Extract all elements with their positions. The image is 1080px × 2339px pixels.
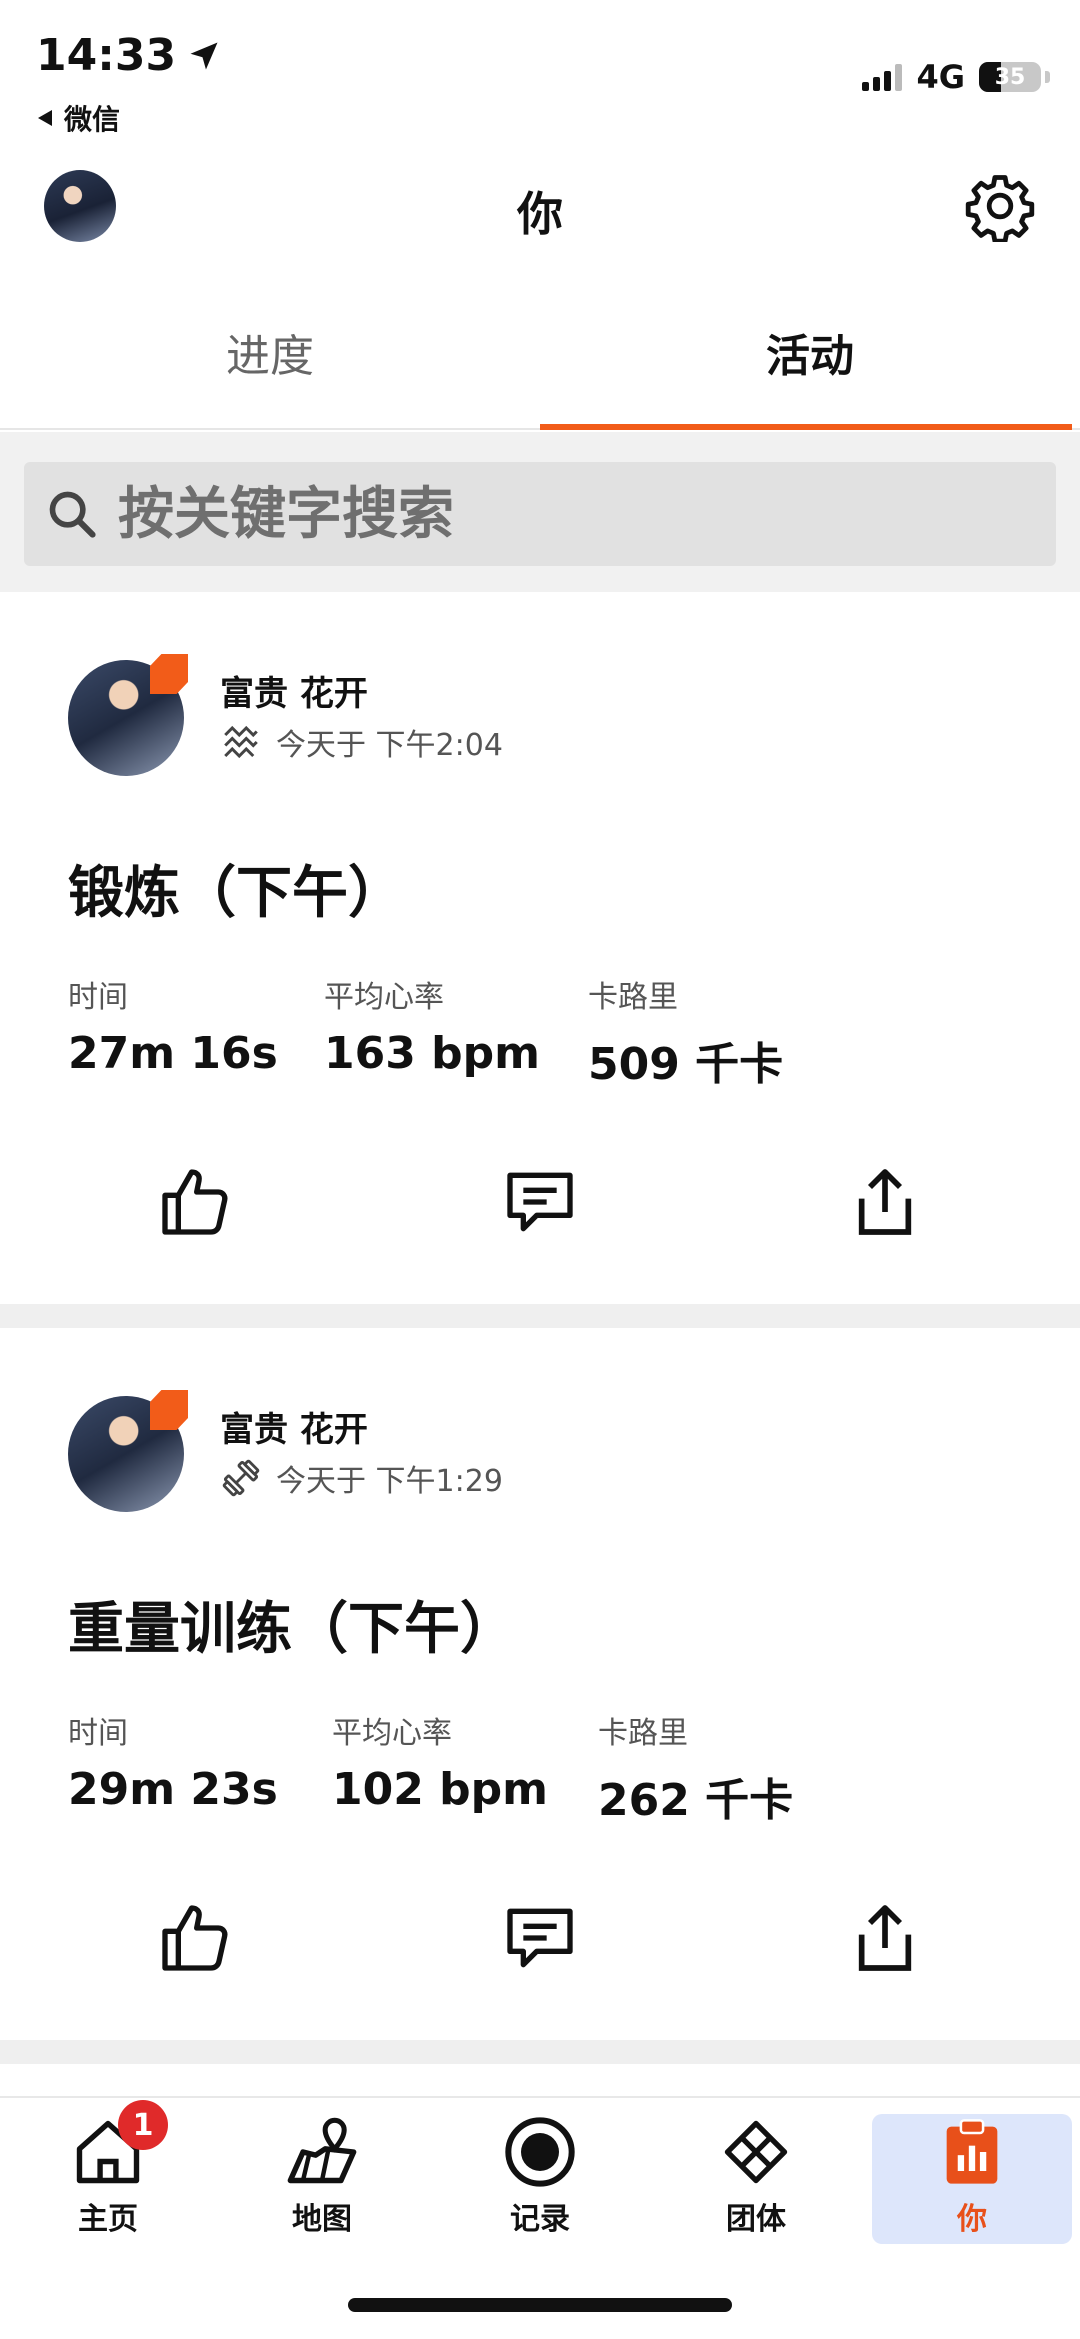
workout-icon <box>224 725 258 759</box>
stat-calories: 卡路里 509 千卡 <box>588 972 783 1092</box>
nav-label: 你 <box>957 2202 987 2237</box>
card-divider <box>0 2040 1080 2064</box>
page-title: 你 <box>517 187 563 241</box>
kudos-thumbs-up-icon[interactable] <box>155 1898 235 1978</box>
activity-stats: 时间 29m 23s 平均心率 102 bpm 卡路里 262 千卡 <box>68 1708 793 1828</box>
notification-badge: 1 <box>118 2100 168 2150</box>
stat-label: 时间 <box>68 980 128 1015</box>
subscriber-badge <box>150 654 188 694</box>
share-icon[interactable] <box>845 1898 925 1978</box>
athlete-avatar[interactable] <box>68 1390 188 1512</box>
search-box[interactable] <box>24 462 1056 566</box>
tab-progress[interactable]: 进度 <box>0 290 540 428</box>
stat-value: 29m 23s <box>68 1764 278 1815</box>
search-input[interactable] <box>118 481 1018 547</box>
you-icon <box>934 2114 1010 2190</box>
network-type: 4G <box>916 58 965 96</box>
stat-time: 时间 29m 23s <box>68 1708 332 1828</box>
back-to-app-link[interactable]: 微信 <box>36 98 120 138</box>
nav-label: 主页 <box>78 2202 138 2237</box>
status-time: 14:33 <box>36 30 222 81</box>
stat-avg-heart-rate: 平均心率 163 bpm <box>324 972 588 1092</box>
activity-meta: 今天于 下午1:29 <box>220 1456 503 1500</box>
clock: 14:33 <box>36 30 177 81</box>
comment-icon[interactable] <box>500 1898 580 1978</box>
stat-label: 卡路里 <box>588 980 678 1015</box>
activity-time: 今天于 下午2:04 <box>276 728 503 763</box>
cellular-signal-icon <box>862 63 903 91</box>
comment-icon[interactable] <box>500 1162 580 1242</box>
athlete-avatar[interactable] <box>68 654 188 776</box>
location-arrow-icon <box>190 42 218 69</box>
nav-groups[interactable]: 团体 <box>656 2114 856 2244</box>
stat-value: 163 bpm <box>324 1028 541 1079</box>
battery-tip <box>1045 71 1050 83</box>
nav-record[interactable]: 记录 <box>440 2114 640 2244</box>
activity-time: 今天于 下午1:29 <box>276 1464 503 1499</box>
tab-bar: 进度 活动 <box>0 290 1080 430</box>
nav-label: 地图 <box>292 2202 352 2237</box>
activity-stats: 时间 27m 16s 平均心率 163 bpm 卡路里 509 千卡 <box>68 972 783 1092</box>
back-triangle-icon <box>38 110 52 126</box>
stat-time: 时间 27m 16s <box>68 972 324 1092</box>
activity-actions <box>0 1162 1080 1262</box>
nav-label: 记录 <box>510 2202 570 2237</box>
gear-icon[interactable] <box>964 170 1036 242</box>
nav-you[interactable]: 你 <box>872 2114 1072 2244</box>
map-icon <box>284 2114 360 2190</box>
nav-home[interactable]: 1 主页 <box>8 2100 208 2244</box>
search-section <box>0 432 1080 592</box>
athlete-name[interactable]: 富贵 花开 <box>220 666 368 715</box>
battery-icon: 35 <box>979 62 1041 92</box>
activity-meta: 今天于 下午2:04 <box>220 720 503 764</box>
stat-label: 时间 <box>68 1716 128 1751</box>
home-indicator[interactable] <box>348 2298 732 2312</box>
groups-icon <box>718 2114 794 2190</box>
nav-map[interactable]: 地图 <box>222 2114 422 2244</box>
stat-label: 平均心率 <box>324 980 444 1015</box>
stat-label: 卡路里 <box>598 1716 688 1751</box>
dumbbell-icon <box>222 1459 260 1497</box>
status-bar: 14:33 微信 4G 35 <box>0 0 1080 150</box>
stat-calories: 卡路里 262 千卡 <box>598 1708 793 1828</box>
search-icon <box>49 491 96 538</box>
activity-actions <box>0 1898 1080 1998</box>
subscriber-badge <box>150 1390 188 1430</box>
nav-label: 团体 <box>726 2202 786 2237</box>
stat-label: 平均心率 <box>332 1716 452 1751</box>
activity-card[interactable]: 富贵 花开 今天于 下午2:04 锻炼（下午） 时间 27m 16s 平均心率 … <box>0 592 1080 1304</box>
stat-value: 27m 16s <box>68 1028 278 1079</box>
kudos-thumbs-up-icon[interactable] <box>155 1162 235 1242</box>
activity-title[interactable]: 锻炼（下午） <box>68 848 404 929</box>
stat-avg-heart-rate: 平均心率 102 bpm <box>332 1708 598 1828</box>
back-app-label: 微信 <box>64 103 121 136</box>
stat-value: 509 千卡 <box>588 1039 784 1090</box>
home-icon: 1 <box>70 2100 168 2190</box>
record-icon <box>502 2114 578 2190</box>
tab-activities[interactable]: 活动 <box>540 290 1080 430</box>
page-header: 你 <box>0 160 1080 260</box>
stat-value: 262 千卡 <box>598 1775 794 1826</box>
status-indicators: 4G 35 <box>862 58 1050 96</box>
activity-card[interactable]: 富贵 花开 今天于 下午1:29 重量训练（下午） 时间 29m 23s 平均心… <box>0 1328 1080 2040</box>
activity-title[interactable]: 重量训练（下午） <box>68 1584 516 1665</box>
card-divider <box>0 1304 1080 1328</box>
share-icon[interactable] <box>845 1162 925 1242</box>
stat-value: 102 bpm <box>332 1764 549 1815</box>
battery-level: 35 <box>994 64 1026 90</box>
athlete-name[interactable]: 富贵 花开 <box>220 1402 368 1451</box>
